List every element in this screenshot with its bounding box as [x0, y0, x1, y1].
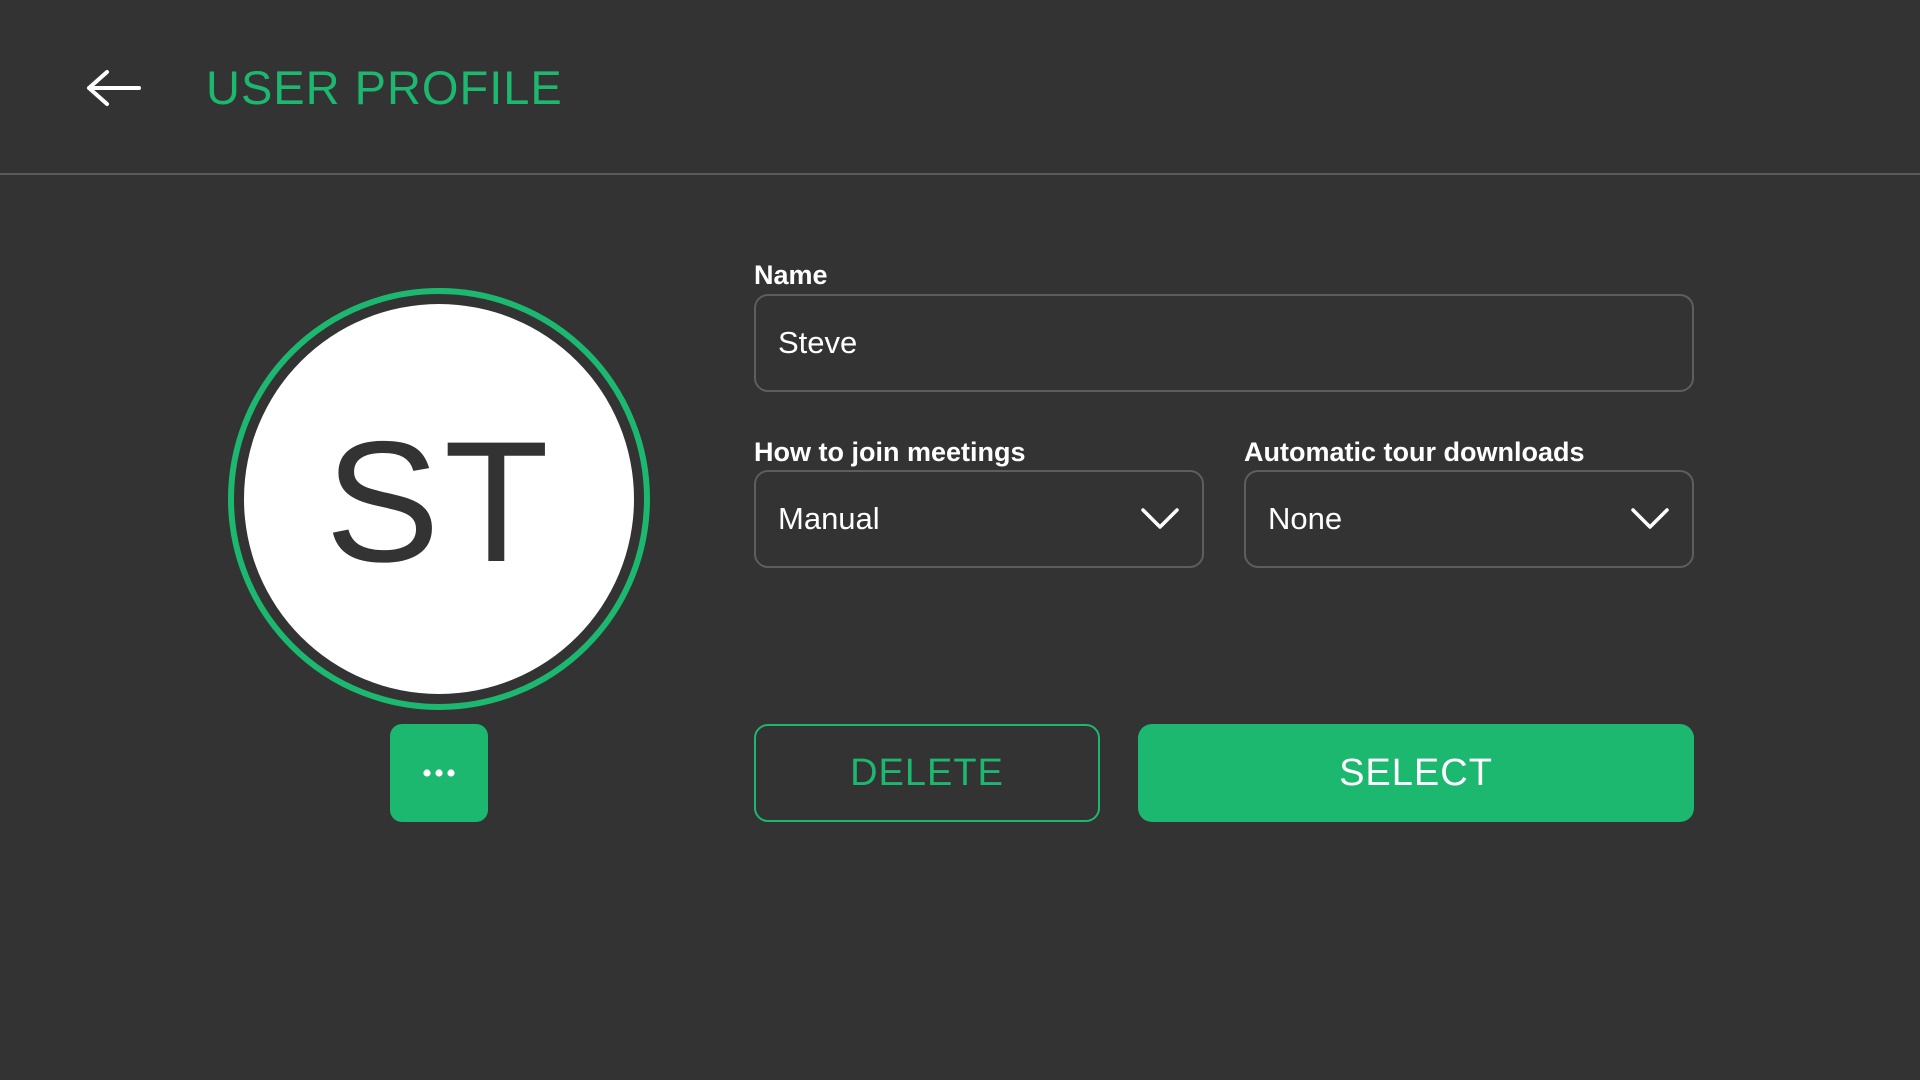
tour-downloads-select[interactable]: None — [1244, 470, 1694, 568]
tour-downloads-value: None — [1268, 501, 1343, 536]
header-bar: USER PROFILE — [0, 0, 1920, 175]
name-label: Name — [754, 260, 828, 290]
avatar-circle: ST — [244, 304, 634, 694]
chevron-down-icon — [1631, 508, 1669, 529]
arrow-left-icon — [87, 70, 141, 106]
avatar-initials: ST — [325, 406, 553, 598]
join-meetings-value: Manual — [778, 501, 880, 536]
avatar-options-button[interactable] — [390, 724, 488, 822]
select-button[interactable]: SELECT — [1138, 724, 1694, 822]
join-meetings-label: How to join meetings — [754, 437, 1026, 467]
delete-button[interactable]: DELETE — [754, 724, 1100, 822]
avatar: ST — [228, 288, 650, 710]
tour-downloads-label: Automatic tour downloads — [1244, 437, 1585, 467]
user-profile-screen: USER PROFILE ST Name How to join meeting… — [0, 0, 1920, 1080]
back-button[interactable] — [78, 60, 148, 116]
chevron-down-icon — [1141, 508, 1179, 529]
name-input[interactable] — [754, 294, 1694, 392]
join-meetings-select[interactable]: Manual — [754, 470, 1204, 568]
ellipsis-icon — [423, 769, 455, 777]
page-title: USER PROFILE — [206, 61, 563, 114]
